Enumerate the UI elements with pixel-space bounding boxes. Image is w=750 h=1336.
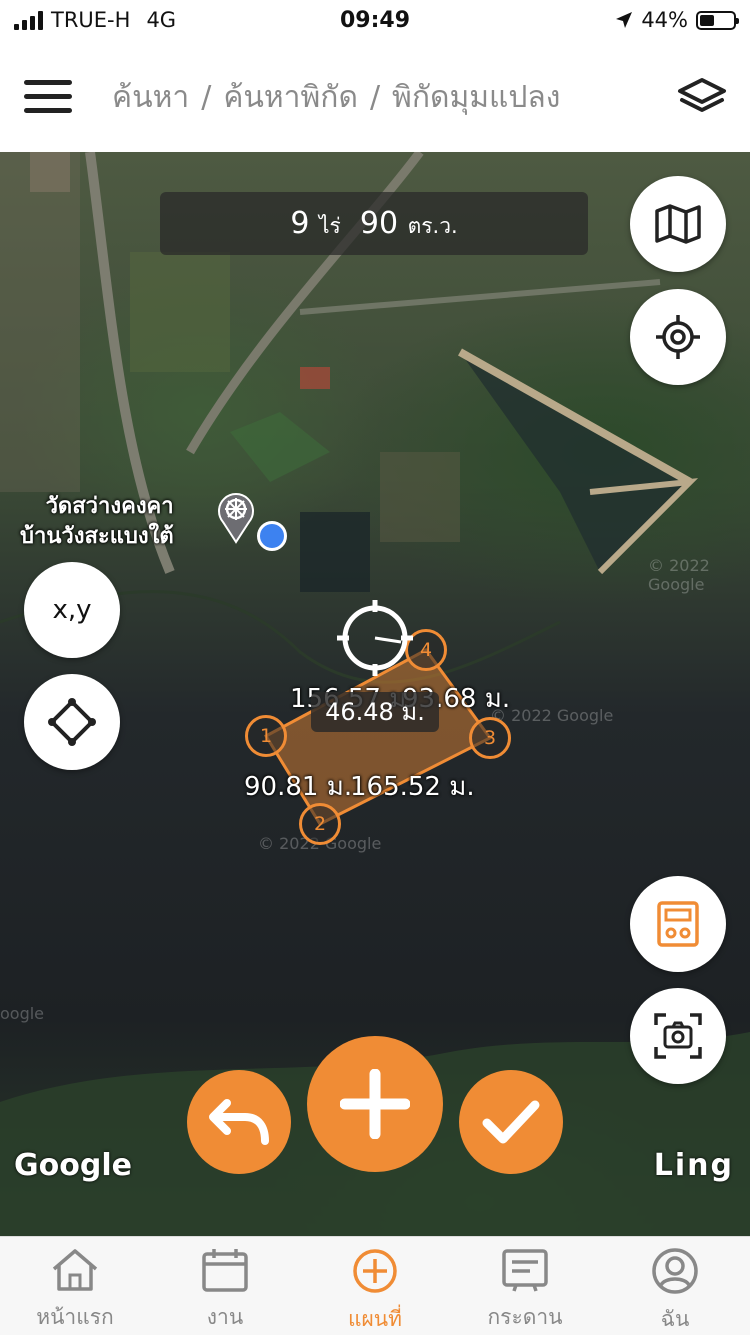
check-icon — [482, 1100, 540, 1144]
vertex-marker[interactable]: 3 — [469, 717, 511, 759]
tab-map-label: แผนที่ — [347, 1307, 403, 1331]
breadcrumb: ค้นหา / ค้นหาพิกัด / พิกัดมุมแปลง — [112, 74, 560, 121]
top-navbar: ค้นหา / ค้นหาพิกัด / พิกัดมุมแปลง — [0, 44, 750, 152]
google-logo: Google — [14, 1148, 132, 1183]
breadcrumb-separator: / — [369, 80, 381, 115]
vertex-marker[interactable]: 1 — [245, 715, 287, 757]
board-icon — [502, 1249, 548, 1292]
bottom-tab-bar: หน้าแรก งาน แผนที่ กระดาน ฉัน — [0, 1236, 750, 1335]
ling-logo: Ling — [653, 1148, 734, 1183]
battery-fill — [700, 14, 715, 26]
breadcrumb-separator: / — [201, 80, 212, 115]
location-arrow-icon — [616, 12, 633, 28]
tab-board-label: กระดาน — [487, 1305, 563, 1329]
home-icon — [52, 1249, 98, 1291]
tab-tasks-label: งาน — [206, 1305, 244, 1329]
add-point-button[interactable] — [307, 1036, 443, 1172]
user-icon — [652, 1248, 698, 1294]
tab-profile[interactable]: ฉัน — [600, 1247, 750, 1336]
map-add-icon — [353, 1249, 397, 1293]
calendar-icon — [202, 1249, 248, 1292]
battery-icon — [696, 10, 739, 30]
breadcrumb-corner-coordinates: พิกัดมุมแปลง — [392, 80, 561, 115]
tab-home-label: หน้าแรก — [36, 1305, 114, 1329]
menu-icon[interactable] — [24, 80, 72, 114]
vertex-marker[interactable]: 2 — [299, 803, 341, 845]
confirm-button[interactable] — [459, 1070, 563, 1174]
current-segment-length: 46.48 ม. — [311, 692, 439, 732]
tab-map[interactable]: แผนที่ — [300, 1247, 450, 1336]
segment-length-1-2: 90.81 ม. — [244, 772, 353, 802]
undo-icon — [209, 1099, 269, 1145]
status-bar: TRUE-H 4G 09:49 44% — [0, 0, 750, 44]
plus-icon — [340, 1069, 410, 1139]
breadcrumb-search[interactable]: ค้นหา — [112, 80, 189, 115]
segment-length-2-3: 165.52 ม. — [350, 772, 475, 802]
tab-home[interactable]: หน้าแรก — [0, 1247, 150, 1334]
satellite-map[interactable]: 9 ไร่ 90 ตร.ว. x,y วัดสว่างคงคา บ้านวังส… — [0, 152, 750, 1236]
battery-percent: 44% — [641, 8, 688, 32]
tab-tasks[interactable]: งาน — [150, 1247, 300, 1334]
status-right: 44% — [615, 8, 739, 32]
crosshair-icon — [337, 600, 413, 676]
layers-icon[interactable] — [676, 76, 728, 118]
tab-board[interactable]: กระดาน — [450, 1247, 600, 1334]
tab-profile-label: ฉัน — [660, 1307, 690, 1331]
breadcrumb-coordinate-search[interactable]: ค้นหาพิกัด — [223, 80, 358, 115]
undo-button[interactable] — [187, 1070, 291, 1174]
